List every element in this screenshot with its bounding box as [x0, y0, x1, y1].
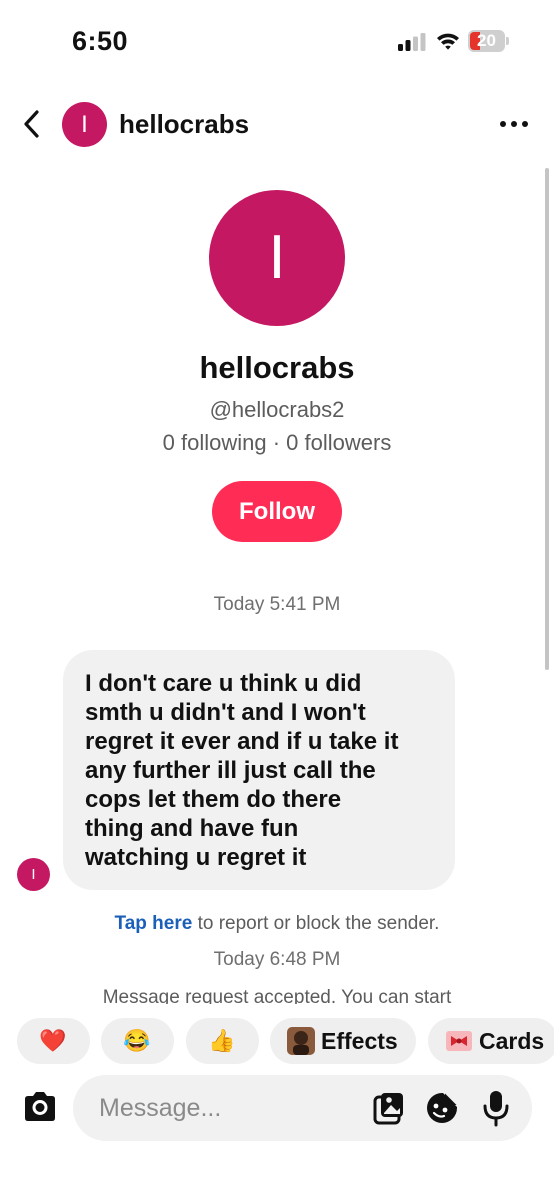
message-line: any further ill just call the	[85, 757, 376, 784]
sender-avatar[interactable]: I	[17, 858, 50, 891]
back-arrow-icon[interactable]	[20, 109, 44, 139]
header-username[interactable]: hellocrabs	[119, 109, 249, 140]
follow-button[interactable]: Follow	[212, 481, 342, 542]
cellular-signal-icon	[398, 33, 426, 51]
effects-button[interactable]: Effects	[270, 1018, 416, 1064]
laughing-tears-icon: 😂	[123, 1028, 151, 1053]
gallery-icon[interactable]	[373, 1091, 405, 1125]
microphone-icon[interactable]	[483, 1089, 509, 1127]
cards-label: Cards	[479, 1028, 545, 1054]
message-line: thing and have fun	[85, 815, 299, 842]
more-options-icon[interactable]	[498, 119, 530, 129]
cards-button[interactable]: Cards	[428, 1018, 554, 1064]
battery-level: 20	[477, 31, 496, 50]
report-link[interactable]: Tap here	[115, 913, 193, 934]
message-line: watching u regret it	[85, 844, 307, 871]
camera-icon[interactable]	[21, 1088, 59, 1126]
reaction-heart-button[interactable]: ❤️	[17, 1018, 90, 1064]
quick-reactions-bar: ❤️ 😂 👍 Effects Cards	[0, 1018, 554, 1064]
profile-name: hellocrabs	[199, 350, 355, 385]
message-line: smth u didn't and I won't	[85, 699, 366, 726]
wifi-icon	[437, 33, 459, 50]
report-notice-text: to report or block the sender.	[192, 913, 440, 934]
report-notice: Tap here to report or block the sender.	[0, 913, 554, 935]
red-heart-icon: ❤️	[39, 1028, 67, 1053]
message-timestamp: Today 5:41 PM	[213, 594, 341, 615]
chat-header: I hellocrabs	[0, 95, 554, 155]
profile-stats: 0 following · 0 followers	[162, 430, 392, 455]
message-line: I don't care u think u did	[85, 670, 362, 697]
status-time: 6:50	[72, 26, 129, 56]
status-bar: 6:50 20	[0, 0, 554, 84]
message-timestamp: Today 6:48 PM	[213, 949, 341, 970]
message-bubble[interactable]: I don't care u think u did smth u didn't…	[63, 650, 455, 890]
reaction-laugh-button[interactable]: 😂	[101, 1018, 174, 1064]
effects-label: Effects	[321, 1028, 398, 1054]
message-line: regret it ever and if u take it	[85, 728, 399, 755]
effects-thumbnail-icon	[287, 1027, 315, 1055]
system-message: Message request accepted. You can start	[102, 987, 452, 1004]
message-line: cops let them do there	[85, 786, 342, 813]
message-input[interactable]: Message...	[73, 1075, 532, 1141]
ribbon-card-icon	[446, 1031, 472, 1051]
battery-icon: 20	[468, 30, 510, 52]
profile-avatar[interactable]: I	[209, 190, 345, 326]
sticker-icon[interactable]	[425, 1091, 459, 1125]
header-avatar[interactable]: I	[62, 102, 107, 147]
thumbs-up-icon: 👍	[208, 1028, 236, 1053]
message-placeholder: Message...	[99, 1094, 222, 1122]
reaction-thumbs-up-button[interactable]: 👍	[186, 1018, 259, 1064]
profile-handle: @hellocrabs2	[209, 397, 345, 422]
